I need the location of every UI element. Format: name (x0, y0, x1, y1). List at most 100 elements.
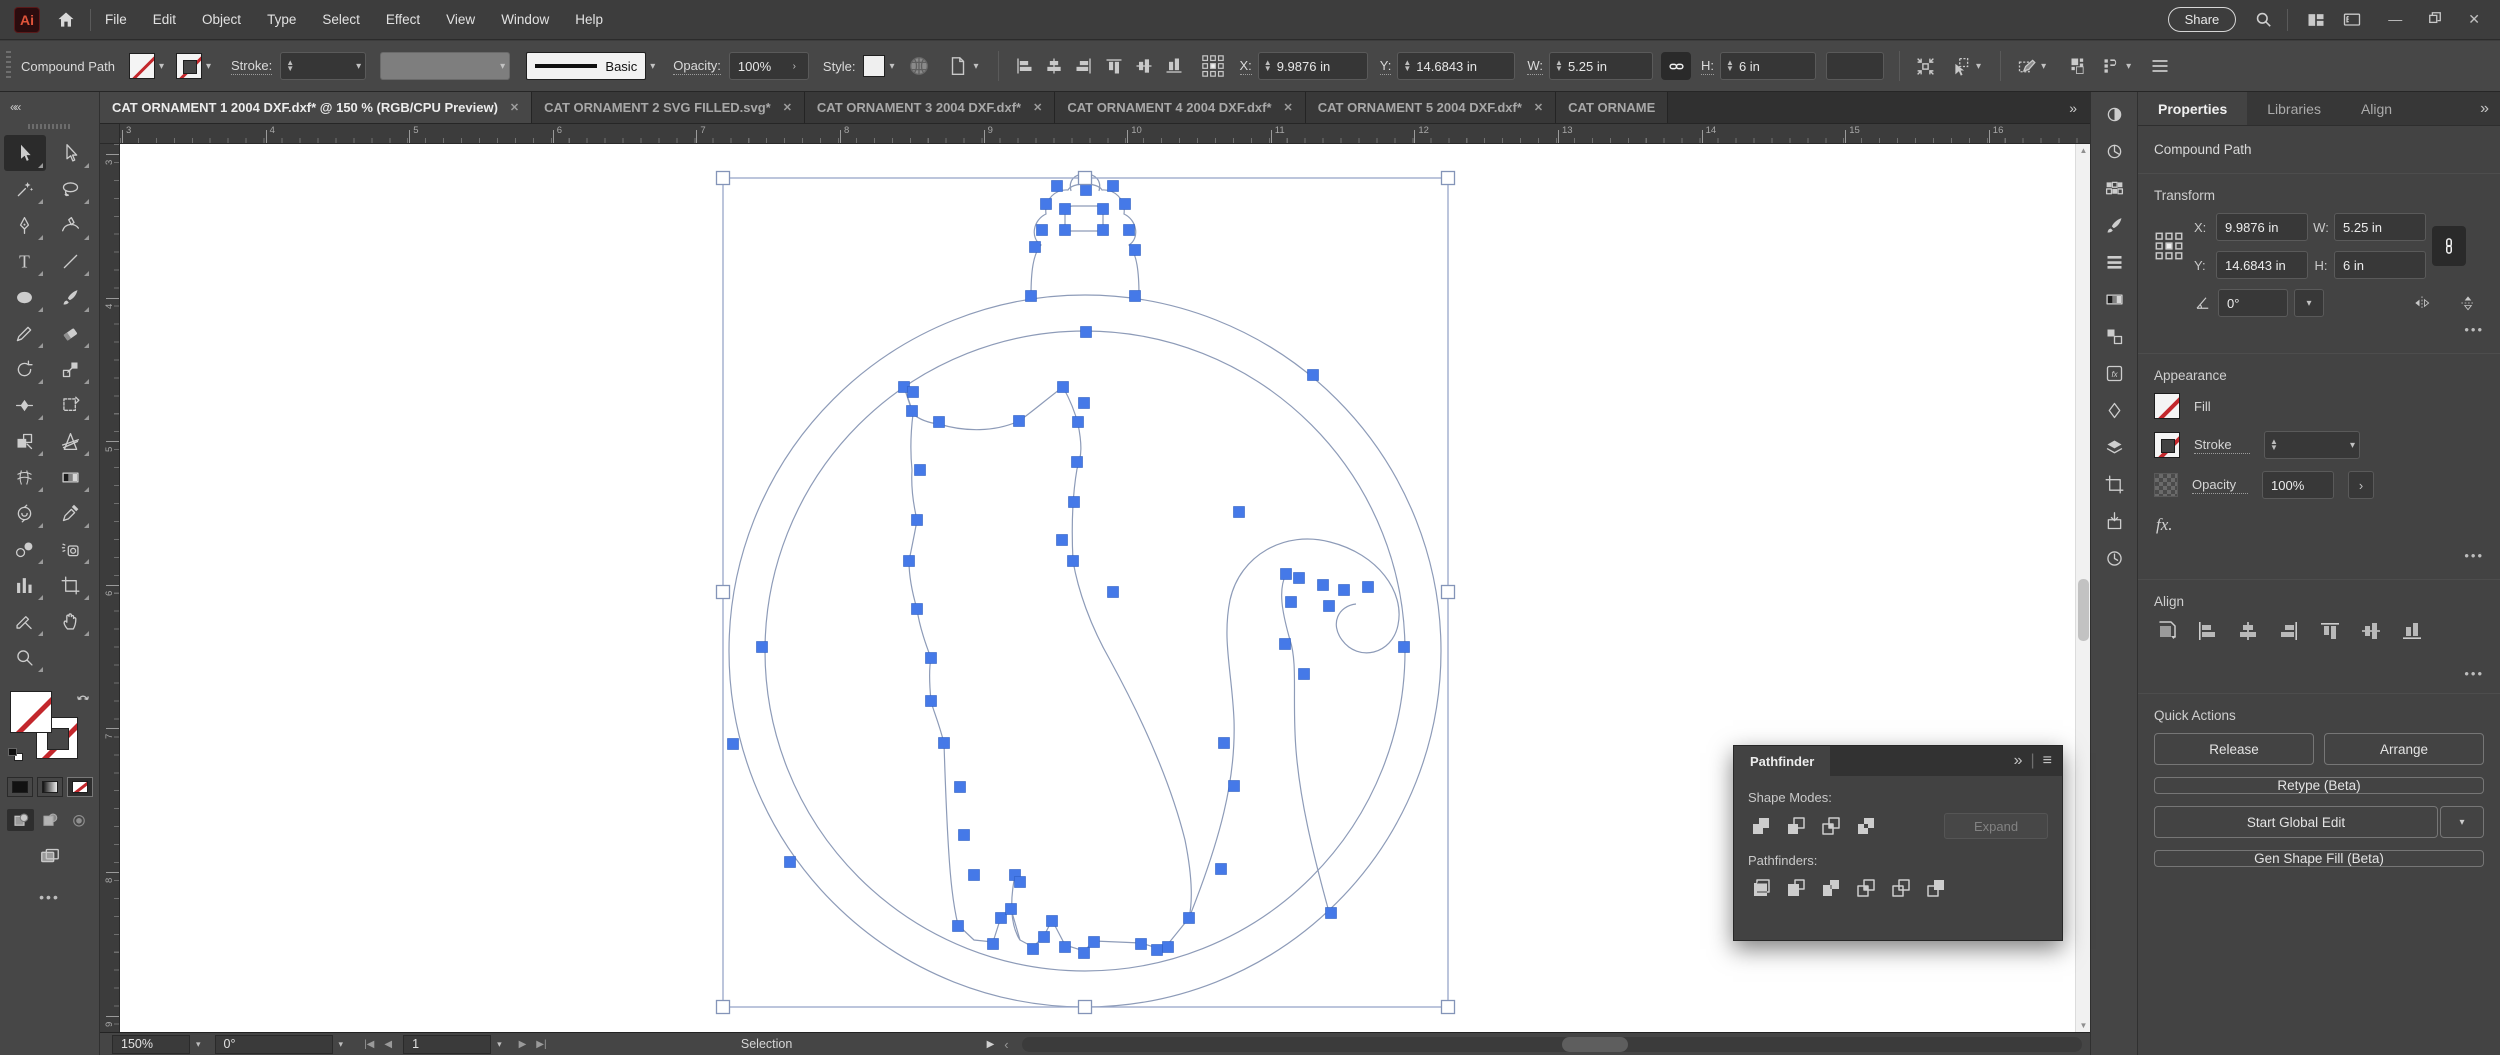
artboard-number-field[interactable]: 1 (403, 1034, 492, 1054)
stroke-label[interactable]: Stroke (2194, 437, 2250, 454)
scrollbar-thumb[interactable] (1561, 1036, 1628, 1052)
document-tab[interactable]: CAT ORNAME (1556, 92, 1669, 123)
draw-normal-icon[interactable] (7, 809, 34, 831)
toolbar-grip[interactable] (27, 124, 72, 129)
crop-icon[interactable] (1853, 876, 1879, 900)
lasso-tool[interactable] (50, 171, 92, 207)
scroll-up-icon[interactable]: ▲ (2076, 146, 2091, 155)
zoom-level-field[interactable]: 150% (112, 1034, 190, 1054)
rotate-view-tool[interactable] (4, 495, 46, 531)
asset-export-icon[interactable] (2097, 509, 2131, 533)
rotation-field[interactable]: 0° (214, 1034, 333, 1054)
tab-close-icon[interactable]: ✕ (783, 101, 792, 114)
artboards-icon[interactable] (2097, 472, 2131, 496)
curvature-tool[interactable] (50, 207, 92, 243)
collapse-panel-icon[interactable]: » (2014, 752, 2023, 770)
reference-point-icon[interactable] (2154, 231, 2194, 261)
scrollbar-thumb[interactable] (2078, 579, 2089, 641)
workspace-icon[interactable] (2342, 10, 2362, 30)
menu-item-effect[interactable]: Effect (386, 12, 420, 27)
tab-close-icon[interactable]: ✕ (1033, 101, 1042, 114)
align-left-icon[interactable] (1014, 56, 1034, 76)
menu-item-view[interactable]: View (446, 12, 475, 27)
scroll-down-icon[interactable]: ▼ (2076, 1021, 2091, 1030)
constrain-proportions-icon[interactable] (1661, 52, 1692, 80)
horizontal-align-center-icon[interactable] (2236, 619, 2260, 643)
brush-definition-field[interactable]: Basic (526, 52, 647, 80)
fill-swatch[interactable] (2154, 393, 2180, 419)
merge-icon[interactable] (1818, 876, 1844, 900)
default-fill-stroke-icon[interactable] (7, 748, 23, 761)
line-segment-tool[interactable] (50, 243, 92, 279)
intersect-icon[interactable] (1818, 814, 1844, 838)
x-field[interactable]: ▲ ▼ 9.9876 in (1257, 52, 1368, 80)
more-options-icon[interactable]: ••• (2464, 548, 2484, 563)
chevron-down-icon[interactable]: ▾ (646, 61, 659, 72)
document-tab[interactable]: CAT ORNAMENT 5 2004 DXF.dxf* ✕ (1305, 92, 1557, 123)
draw-inside-icon[interactable] (65, 809, 92, 831)
draw-behind-icon[interactable] (36, 809, 63, 831)
color-icon[interactable] (2097, 102, 2131, 126)
scale-tool[interactable] (50, 351, 92, 387)
flip-vertical-icon[interactable] (2458, 293, 2478, 313)
y-label[interactable]: Y: (1379, 58, 1392, 75)
h-field[interactable]: ▲ ▼ 6 in (1720, 52, 1817, 80)
stroke-swatch[interactable] (175, 53, 202, 79)
stroke-weight-field[interactable]: ▲ ▼ ▾ (280, 52, 367, 80)
horizontal-align-right-icon[interactable] (2277, 619, 2301, 643)
chevron-down-icon[interactable]: ▾ (155, 61, 168, 72)
eyedropper-tool[interactable] (50, 495, 92, 531)
fill-color-swatch[interactable] (9, 691, 52, 733)
tab-close-icon[interactable]: ✕ (1284, 101, 1293, 114)
vertical-scrollbar[interactable]: ▲ ▼ (2075, 144, 2090, 1032)
constrain-proportions-icon[interactable] (2432, 226, 2466, 266)
artboard-tool[interactable] (50, 567, 92, 603)
share-button[interactable]: Share (2167, 7, 2237, 32)
history-icon[interactable] (2097, 546, 2131, 570)
symbol-sprayer-tool[interactable] (50, 531, 92, 567)
restore-button[interactable] (2428, 11, 2442, 28)
expand-button[interactable]: Expand (1944, 813, 2048, 839)
tab-properties[interactable]: Properties (2138, 92, 2248, 125)
effects-icon[interactable]: fx. (2154, 511, 2484, 545)
tab-overflow-icon[interactable]: » (2055, 92, 2090, 123)
slice-tool[interactable] (4, 603, 46, 639)
divide-icon[interactable] (1748, 876, 1774, 900)
artboard-dropdown-icon[interactable]: ▾ (491, 1039, 508, 1050)
scroll-left-icon[interactable]: ‹ (999, 1037, 1013, 1052)
brushes-icon[interactable] (2097, 213, 2131, 237)
align-middle-icon[interactable] (1134, 56, 1154, 76)
opacity-options-icon[interactable]: › (2348, 471, 2374, 499)
edit-toolbar-icon[interactable]: ••• (0, 889, 99, 905)
minimize-button[interactable]: — (2388, 11, 2402, 28)
hand-tool[interactable] (50, 603, 92, 639)
exclude-icon[interactable] (1853, 814, 1879, 838)
align-center-icon[interactable] (1044, 56, 1064, 76)
h-label[interactable]: H: (1701, 58, 1715, 75)
workspace-switcher-icon[interactable]: ▾ (2102, 56, 2135, 76)
zoom-tool[interactable] (4, 639, 46, 675)
gradient-tool[interactable] (50, 459, 92, 495)
vertical-align-bottom-icon[interactable] (2400, 619, 2424, 643)
rotate-tool[interactable] (4, 351, 46, 387)
selection-tool[interactable] (3, 135, 46, 171)
swap-fill-stroke-icon[interactable] (74, 689, 92, 707)
menu-item-select[interactable]: Select (322, 12, 360, 27)
drag-grip[interactable] (6, 51, 11, 81)
opacity-label[interactable]: Opacity: (673, 58, 721, 75)
minus-back-icon[interactable] (1923, 876, 1949, 900)
graphic-style-swatch[interactable] (863, 55, 886, 77)
color-guide-icon[interactable] (2097, 139, 2131, 163)
first-artboard-icon[interactable]: |◀ (359, 1039, 379, 1050)
more-options-icon[interactable]: ••• (2464, 666, 2484, 681)
close-button[interactable]: ✕ (2468, 11, 2480, 28)
tab-libraries[interactable]: Libraries (2247, 92, 2341, 125)
more-options-icon[interactable]: ••• (2464, 322, 2484, 337)
reference-point-icon[interactable] (1201, 54, 1225, 78)
document-tab[interactable]: CAT ORNAMENT 1 2004 DXF.dxf* @ 150 % (RG… (100, 92, 533, 123)
fit-to-view-icon[interactable] (1915, 56, 1936, 77)
document-tab[interactable]: CAT ORNAMENT 2 SVG FILLED.svg* ✕ (532, 92, 805, 123)
shaper-tool[interactable] (4, 315, 46, 351)
x-field[interactable]: 9.9876 in (2216, 213, 2308, 241)
menu-item-object[interactable]: Object (202, 12, 241, 27)
